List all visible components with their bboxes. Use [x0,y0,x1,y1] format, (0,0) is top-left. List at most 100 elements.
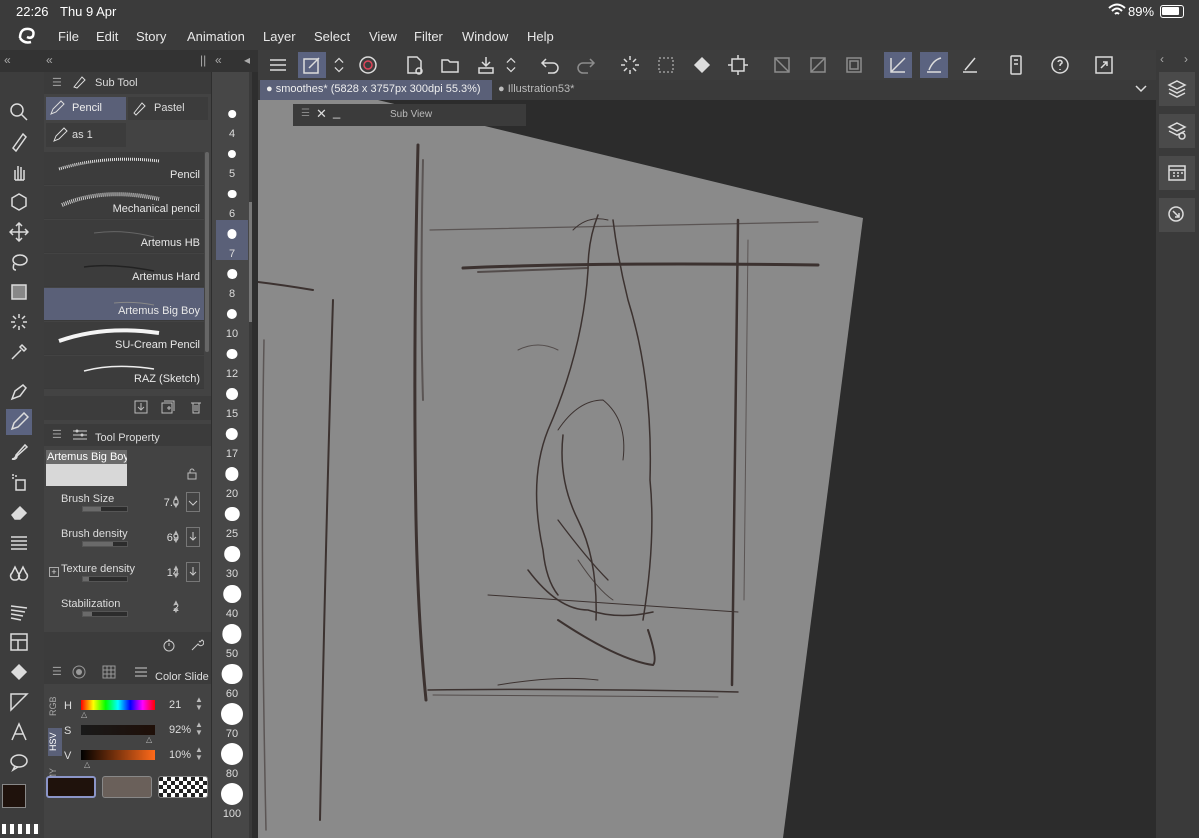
expand-plus-icon[interactable]: + [49,567,59,577]
collapse-left-icon-2[interactable]: « [46,53,53,67]
gradient-fill-icon[interactable] [6,279,32,305]
size-option-30[interactable]: 30 [216,540,248,580]
chevron-down-icon[interactable] [1134,82,1148,99]
figure-icon[interactable] [6,599,32,625]
saturation-gradient-track[interactable] [81,725,155,735]
tab-illustration53[interactable]: ● Illustration53* [494,80,594,100]
brush-artemus-hard[interactable]: Artemus Hard [44,254,204,287]
menu-filter[interactable]: Filter [414,29,443,44]
size-option-17[interactable]: 17 [216,420,248,460]
expand-right-icon[interactable]: › [1184,52,1188,66]
operation-icon[interactable] [6,129,32,155]
zoom-icon[interactable] [6,99,32,125]
blend-icon[interactable] [6,559,32,585]
size-scrollbar[interactable] [249,72,252,838]
menu-story[interactable]: Story [136,29,166,44]
chevron-updown-icon[interactable] [330,52,348,78]
sketch-canvas[interactable] [258,100,1156,838]
expand-icon[interactable]: || [200,53,206,67]
chevron-updown-icon-2[interactable] [502,52,520,78]
size-option-10[interactable]: 10 [216,300,248,340]
new-file-icon[interactable] [400,52,428,78]
grip-icon[interactable]: ☰ [52,428,62,441]
loading-spinner-icon[interactable] [616,52,644,78]
help-chat-icon[interactable] [1046,52,1074,78]
special-ruler-snap-icon[interactable] [920,52,948,78]
fullscreen-icon[interactable] [1090,52,1118,78]
gradient-icon[interactable] [804,52,832,78]
slider-thumb-icon[interactable]: △ [84,760,90,769]
selection-launcher-icon[interactable] [768,52,796,78]
layer-icon[interactable] [1159,72,1195,106]
eraser-icon[interactable] [6,499,32,525]
3d-cube-icon[interactable] [6,189,32,215]
stepper-updown-icon[interactable]: ▲ ▼ [172,494,180,510]
texture-density-slider[interactable] [82,576,128,582]
main-color-swatch[interactable] [2,784,26,808]
slider-thumb-icon[interactable]: △ [146,735,152,744]
collapse-left-icon[interactable]: « [4,53,11,67]
size-option-7[interactable]: 7 [216,220,248,260]
size-option-8[interactable]: 8 [216,260,248,300]
sub-color-chip[interactable] [102,776,152,798]
size-option-50[interactable]: 50 [216,620,248,660]
size-option-60[interactable]: 60 [216,660,248,700]
size-option-12[interactable]: 12 [216,340,248,380]
move-icon[interactable] [6,219,32,245]
size-option-70[interactable]: 70 [216,700,248,740]
brush-su-cream-pencil[interactable]: SU-Cream Pencil [44,322,204,355]
transform-icon[interactable] [724,52,752,78]
hamburger-icon[interactable] [264,52,292,78]
size-option-20[interactable]: 20 [216,460,248,500]
stabilization-slider[interactable] [82,611,128,617]
brush-mechanical-pencil[interactable]: Mechanical pencil [44,186,204,219]
text-icon[interactable] [6,719,32,745]
collapse-left-icon-3[interactable]: « [215,53,222,67]
ruler-icon[interactable] [6,689,32,715]
pencil-tool-icon[interactable] [6,409,32,435]
download-toggle-icon[interactable] [186,562,200,582]
ruler-snap-icon[interactable] [884,52,912,78]
set-tab-as1[interactable]: as 1 [46,123,126,147]
app-logo-icon[interactable] [16,26,38,49]
size-option-6[interactable]: 6 [216,180,248,220]
stepper-updown-icon[interactable]: ▲ ▼ [195,721,203,737]
hand-icon[interactable] [6,159,32,185]
group-tab-pastel[interactable]: Pastel [128,97,208,120]
fill-bucket-icon[interactable] [688,52,716,78]
layer-property-icon[interactable] [1159,114,1195,148]
redo-icon[interactable] [572,52,600,78]
undo-icon[interactable] [536,52,564,78]
size-option-100[interactable]: 100 [216,780,248,820]
stepper-updown-icon[interactable]: ▲ ▼ [172,599,180,615]
eyedropper-icon[interactable] [6,339,32,365]
slider-thumb-icon[interactable]: △ [81,710,87,719]
size-option-4[interactable]: 4 [216,100,248,140]
clear-selection-icon[interactable] [652,52,680,78]
edit-icon[interactable] [298,52,326,78]
brush-pencil[interactable]: Pencil [44,152,204,185]
fill-icon[interactable] [6,659,32,685]
frame-border-icon[interactable] [6,629,32,655]
lasso-icon[interactable] [6,249,32,275]
grip-icon[interactable]: ☰ [301,108,310,119]
size-option-15[interactable]: 15 [216,380,248,420]
group-tab-pencil[interactable]: Pencil [46,97,126,120]
download-icon[interactable] [134,400,148,419]
decoration-icon[interactable] [6,529,32,555]
open-folder-icon[interactable] [436,52,464,78]
subtool-scrollbar[interactable] [205,152,209,352]
wrench-icon[interactable] [190,638,205,655]
color-wheel-tab-icon[interactable] [72,665,86,682]
menu-help[interactable]: Help [527,29,554,44]
pen-icon[interactable] [6,379,32,405]
menu-file[interactable]: File [58,29,79,44]
size-option-25[interactable]: 25 [216,500,248,540]
duplicate-icon[interactable] [161,400,175,419]
menu-view[interactable]: View [369,29,397,44]
stepper-updown-icon[interactable]: ▲ ▼ [195,696,203,712]
collapse-left-icon-4[interactable]: ◂ [244,53,250,67]
stepper-updown-icon[interactable]: ▲ ▼ [172,529,180,545]
mode-tab-hsv[interactable]: HSV [48,728,62,756]
menu-animation[interactable]: Animation [187,29,245,44]
